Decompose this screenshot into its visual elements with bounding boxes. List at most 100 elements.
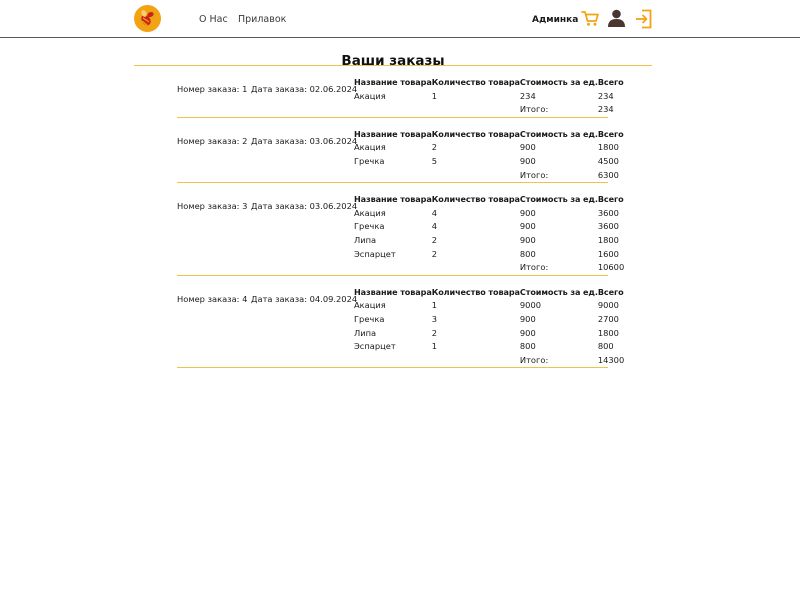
- order-card: Номер заказа: 3 Дата заказа: 03.06.2024 …: [177, 193, 624, 276]
- cart-icon[interactable]: [581, 10, 599, 27]
- item-name: Эспарцет: [354, 248, 396, 259]
- column-header-total: Всего: [597, 194, 624, 205]
- item-total: 3600: [597, 207, 619, 218]
- order-sum: 10600: [597, 262, 625, 273]
- column-header-name: Название товара: [354, 194, 432, 205]
- item-price: 234: [519, 90, 536, 101]
- nav-about-link[interactable]: О Нас: [199, 14, 228, 25]
- order-items-table: Название товара Количество товара Стоимо…: [354, 76, 624, 117]
- item-price: 800: [519, 341, 536, 352]
- column-header-unit-price: Стоимость за ед.: [519, 128, 598, 139]
- item-total: 1800: [597, 142, 619, 153]
- item-total: 1600: [597, 248, 619, 259]
- table-row: Акация 2 900 1800: [354, 141, 624, 155]
- logout-icon[interactable]: [635, 9, 652, 29]
- item-qty: 1: [431, 300, 437, 311]
- column-header-qty: Количество товара: [431, 286, 520, 297]
- column-header-name: Название товара: [354, 286, 432, 297]
- item-total: 1800: [597, 234, 619, 245]
- table-row: Акация 1 9000 9000: [354, 299, 624, 313]
- item-price: 900: [519, 207, 536, 218]
- column-header-qty: Количество товара: [431, 194, 520, 205]
- column-header-total: Всего: [597, 286, 624, 297]
- item-total: 1800: [597, 327, 619, 338]
- item-price: 800: [519, 248, 536, 259]
- order-number: Номер заказа: 1: [177, 84, 248, 94]
- column-header-name: Название товара: [354, 128, 432, 139]
- item-price: 900: [519, 142, 536, 153]
- item-price: 900: [519, 327, 536, 338]
- page-title: Ваши заказы: [341, 53, 445, 70]
- item-total: 234: [597, 90, 614, 101]
- table-row: Эспарцет 2 800 1600: [354, 248, 624, 262]
- table-row: Гречка 3 900 2700: [354, 313, 624, 327]
- order-sum-row: Итого: 6300: [354, 169, 624, 183]
- item-qty: 2: [431, 142, 437, 153]
- column-header-total: Всего: [597, 128, 624, 139]
- top-header: О Нас Прилавок Админка: [0, 0, 800, 38]
- item-price: 900: [519, 234, 536, 245]
- order-sum: 6300: [597, 169, 619, 180]
- item-qty: 1: [431, 341, 437, 352]
- order-date: Дата заказа: 03.06.2024: [251, 135, 358, 146]
- order-sum-row: Итого: 14300: [354, 354, 624, 368]
- item-price: 900: [519, 313, 536, 324]
- logo-bee-icon[interactable]: [134, 5, 161, 32]
- item-name: Акация: [354, 207, 386, 218]
- item-name: Липа: [354, 234, 377, 245]
- item-name: Акация: [354, 142, 386, 153]
- order-items-table: Название товара Количество товара Стоимо…: [354, 286, 624, 368]
- item-name: Гречка: [354, 155, 385, 166]
- title-divider: [134, 65, 652, 66]
- table-row: Липа 2 900 1800: [354, 234, 624, 248]
- item-total: 800: [597, 341, 614, 352]
- table-row: Акация 1 234 234: [354, 90, 624, 104]
- order-sum-label: Итого:: [519, 354, 549, 365]
- order-card: Номер заказа: 4 Дата заказа: 04.09.2024 …: [177, 286, 624, 369]
- order-sum-label: Итого:: [519, 169, 549, 180]
- table-header-row: Название товара Количество товара Стоимо…: [354, 286, 624, 300]
- order-card: Номер заказа: 1 Дата заказа: 02.06.2024 …: [177, 76, 624, 118]
- item-qty: 2: [431, 248, 437, 259]
- order-items-table: Название товара Количество товара Стоимо…: [354, 128, 624, 182]
- table-header-row: Название товара Количество товара Стоимо…: [354, 128, 624, 142]
- item-name: Гречка: [354, 221, 385, 232]
- column-header-unit-price: Стоимость за ед.: [519, 194, 598, 205]
- table-header-row: Название товара Количество товара Стоимо…: [354, 193, 624, 207]
- column-header-unit-price: Стоимость за ед.: [519, 77, 598, 87]
- table-row: Эспарцет 1 800 800: [354, 340, 624, 354]
- item-qty: 5: [431, 155, 437, 166]
- user-icon[interactable]: [607, 9, 626, 27]
- item-qty: 2: [431, 327, 437, 338]
- item-name: Акация: [354, 90, 386, 101]
- item-name: Гречка: [354, 313, 385, 324]
- column-header-unit-price: Стоимость за ед.: [519, 286, 598, 297]
- order-items-table: Название товара Количество товара Стоимо…: [354, 193, 624, 275]
- order-date: Дата заказа: 03.06.2024: [251, 201, 358, 212]
- orders-list: Номер заказа: 1 Дата заказа: 02.06.2024 …: [177, 76, 624, 369]
- order-sum-label: Итого:: [519, 262, 549, 273]
- order-sum: 14300: [597, 354, 625, 365]
- item-qty: 3: [431, 313, 437, 324]
- item-name: Акация: [354, 300, 386, 311]
- table-row: Акация 4 900 3600: [354, 207, 624, 221]
- item-price: 900: [519, 221, 536, 232]
- nav-shop-link[interactable]: Прилавок: [238, 14, 286, 25]
- table-header-row: Название товара Количество товара Стоимо…: [354, 76, 624, 90]
- table-row: Липа 2 900 1800: [354, 327, 624, 341]
- item-total: 4500: [597, 155, 619, 166]
- column-header-qty: Количество товара: [431, 128, 520, 139]
- column-header-total: Всего: [597, 77, 624, 87]
- order-sum: 234: [597, 104, 614, 115]
- item-name: Липа: [354, 327, 377, 338]
- user-name[interactable]: Админка: [532, 15, 578, 25]
- item-qty: 4: [431, 221, 437, 232]
- item-price: 900: [519, 155, 536, 166]
- table-row: Гречка 4 900 3600: [354, 220, 624, 234]
- item-qty: 1: [431, 90, 437, 101]
- item-name: Эспарцет: [354, 341, 396, 352]
- item-qty: 2: [431, 234, 437, 245]
- item-price: 9000: [519, 300, 542, 311]
- order-date: Дата заказа: 02.06.2024: [251, 84, 358, 94]
- order-number: Номер заказа: 3: [177, 201, 248, 212]
